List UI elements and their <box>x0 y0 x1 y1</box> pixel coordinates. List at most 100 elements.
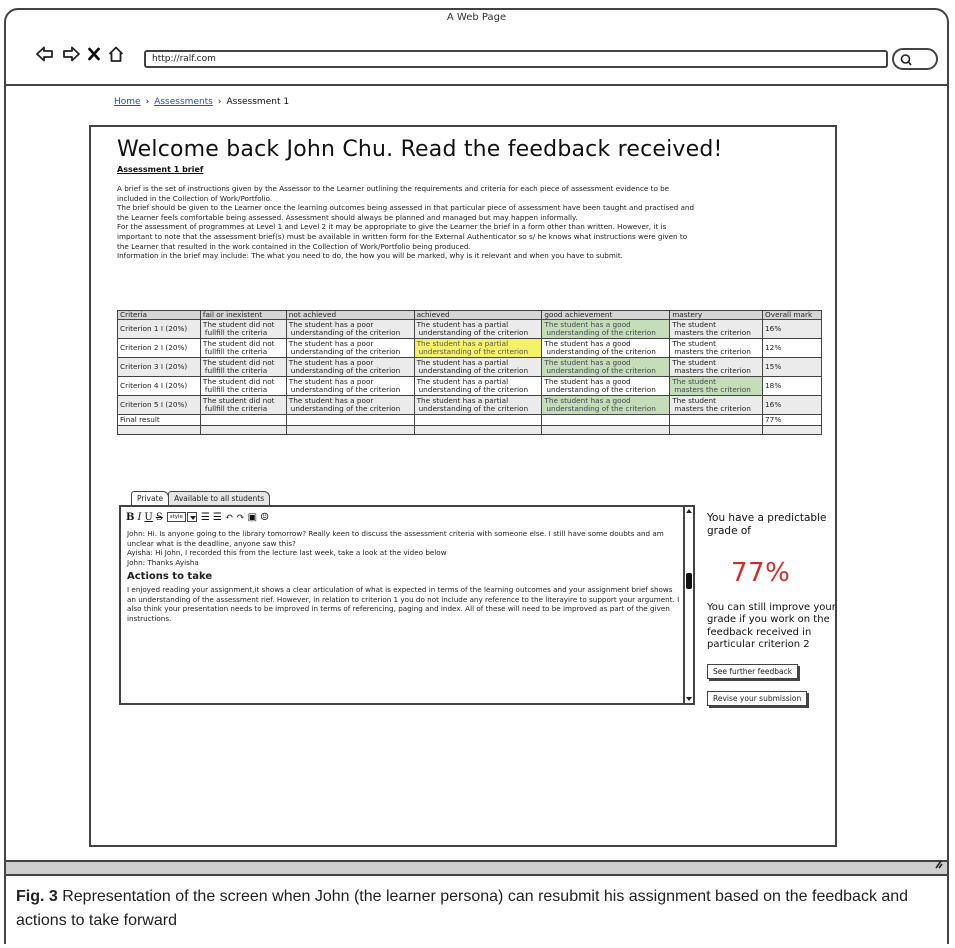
blank-row <box>117 425 822 436</box>
rubric-text-line: understanding of the criterion <box>290 385 401 395</box>
rubric-text-line: fullfill the criteria <box>204 404 268 414</box>
comment-editor[interactable]: B I U S style ☰ ☰ ↶ ↷ ▣ ☺ John: Hi. Is a… <box>119 505 695 705</box>
underline-button[interactable]: U <box>143 512 153 523</box>
rubric-text-line: fullfill the criteria <box>204 385 268 395</box>
rubric-level-cell: The student has a poor understanding of t… <box>285 357 415 378</box>
toolbar-divider <box>6 84 947 86</box>
empty-cell <box>199 414 287 427</box>
criterion-cell: Criterion 2 I (20%) <box>117 338 201 359</box>
rubric-text-line: masters the criterion <box>674 385 751 395</box>
rubric-text-line: understanding of the criterion <box>290 328 401 338</box>
empty-cell <box>762 425 822 436</box>
rubric-level-cell: The student did not fullfill the criteria <box>199 338 287 359</box>
table-row: Criterion 4 I (20%) The student did not fu… <box>117 376 822 397</box>
style-select[interactable]: style <box>166 512 186 522</box>
page-title: Welcome back John Chu. Read the feedback… <box>117 137 723 162</box>
actions-text: I enjoyed reading your assignment,it sho… <box>127 584 680 623</box>
rubric-text-line: understanding of the criterion <box>290 347 401 357</box>
rubric-level-cell: The student has a poor understanding of t… <box>285 338 415 359</box>
chat-message: John: Hi. Is anyone going to the library… <box>127 529 664 548</box>
bullet-list-icon[interactable]: ☰ <box>200 512 211 523</box>
rubric-text-line: understanding of the criterion <box>546 385 656 395</box>
rubric-level-cell: The student has a good understanding of t… <box>541 319 671 340</box>
overall-mark-cell: 12% <box>762 338 822 359</box>
rubric-text-line: fullfill the criteria <box>204 328 268 338</box>
rubric-level-cell: The student has a partial understanding o… <box>413 319 543 340</box>
empty-cell <box>413 425 543 436</box>
rubric-level-cell: The student has a poor understanding of t… <box>285 376 415 397</box>
grade-panel: You have a predictable grade of 77% You … <box>707 512 837 706</box>
overall-mark-cell: 16% <box>762 395 822 416</box>
table-row: Criterion 5 I (20%) The student did not fu… <box>117 395 822 416</box>
column-header: achieved <box>413 309 543 321</box>
browser-nav <box>36 44 124 64</box>
chevron-right-icon: › <box>217 97 222 107</box>
undo-icon[interactable]: ↶ <box>224 512 234 523</box>
rubric-text-line: masters the criterion <box>674 404 751 414</box>
actions-heading: Actions to take <box>127 571 213 583</box>
rubric-text-line: fullfill the criteria <box>204 347 268 357</box>
assessment-rubric-table: Criteria fail or inexistent not achieved… <box>117 309 822 436</box>
back-arrow-icon[interactable] <box>36 46 54 62</box>
search-icon[interactable] <box>900 52 912 71</box>
url-input[interactable]: http://ralf.com <box>144 50 888 68</box>
column-header: fail or inexistent <box>199 309 287 321</box>
numbered-list-icon[interactable]: ☰ <box>212 512 223 523</box>
rubric-text-line: fullfill the criteria <box>204 366 268 376</box>
forward-arrow-icon[interactable] <box>62 46 80 62</box>
revise-submission-button[interactable]: Revise your submission <box>707 690 808 706</box>
brief-text: A brief is the set of instructions given… <box>117 184 697 261</box>
tab-private[interactable]: Private <box>131 491 170 505</box>
predicted-grade: 77% <box>731 558 791 588</box>
empty-cell <box>669 425 764 436</box>
scroll-down-icon[interactable] <box>686 696 692 702</box>
rubric-text-line: understanding of the criterion <box>418 347 529 357</box>
scroll-thumb[interactable] <box>686 573 692 589</box>
tab-available-to-all[interactable]: Available to all students <box>168 491 271 505</box>
chevron-right-icon: › <box>145 97 150 107</box>
criterion-cell: Criterion 4 I (20%) <box>117 376 201 397</box>
breadcrumb-assessments[interactable]: Assessments <box>154 97 213 107</box>
criterion-cell: Criterion 1 I (20%) <box>117 319 201 340</box>
brief-paragraph: Information in the brief may include: Th… <box>117 251 623 261</box>
rubric-level-cell: The student has a good understanding of t… <box>541 395 671 416</box>
figure-label: Fig. 3 <box>16 888 58 905</box>
scroll-up-icon[interactable] <box>686 508 692 514</box>
breadcrumb-home[interactable]: Home <box>114 97 141 107</box>
bold-button[interactable]: B <box>125 512 135 523</box>
rubric-level-cell: The student has a partial understanding o… <box>413 357 543 378</box>
rubric-level-cell: The student did not fullfill the criteria <box>199 376 287 397</box>
see-further-feedback-button[interactable]: See further feedback <box>707 663 799 679</box>
empty-cell <box>285 414 415 427</box>
breadcrumb: Home › Assessments › Assessment 1 <box>114 97 289 107</box>
search-field[interactable] <box>892 48 938 70</box>
rubric-text-line: understanding of the criterion <box>290 404 401 414</box>
overall-mark-cell: 16% <box>762 319 822 340</box>
table-header-row: Criteria fail or inexistent not achieved… <box>117 309 822 321</box>
content-panel: Welcome back John Chu. Read the feedback… <box>89 125 837 847</box>
rubric-text-line: understanding of the criterion <box>546 366 656 376</box>
status-bar <box>6 860 947 874</box>
home-icon[interactable] <box>108 46 124 62</box>
brief-paragraph: For the assessment of programmes at Leve… <box>117 222 688 251</box>
strikethrough-button[interactable]: S <box>155 512 164 523</box>
figure-caption: Fig. 3 Representation of the screen when… <box>16 885 936 933</box>
resize-grip-icon[interactable] <box>933 854 943 873</box>
redo-icon[interactable]: ↷ <box>235 512 245 523</box>
image-icon[interactable]: ▣ <box>247 512 258 523</box>
final-result-row: Final result 77% <box>117 414 822 427</box>
emoji-icon[interactable]: ☺ <box>259 512 270 523</box>
criterion-cell: Criterion 5 I (20%) <box>117 395 201 416</box>
rubric-text-line: understanding of the criterion <box>418 328 529 338</box>
column-header: not achieved <box>285 309 415 321</box>
editor-content[interactable]: John: Hi. Is anyone going to the library… <box>127 529 683 623</box>
rubric-text-line: understanding of the criterion <box>290 366 401 376</box>
window-title: A Web Page <box>446 12 507 23</box>
editor-scrollbar[interactable] <box>683 505 695 705</box>
comment-tabs: Private Available to all students <box>131 491 271 505</box>
close-icon[interactable] <box>88 47 100 61</box>
chevron-down-icon[interactable] <box>186 512 197 522</box>
italic-button[interactable]: I <box>136 512 142 523</box>
column-header: mastery <box>669 309 764 321</box>
breadcrumb-current: Assessment 1 <box>226 97 290 107</box>
